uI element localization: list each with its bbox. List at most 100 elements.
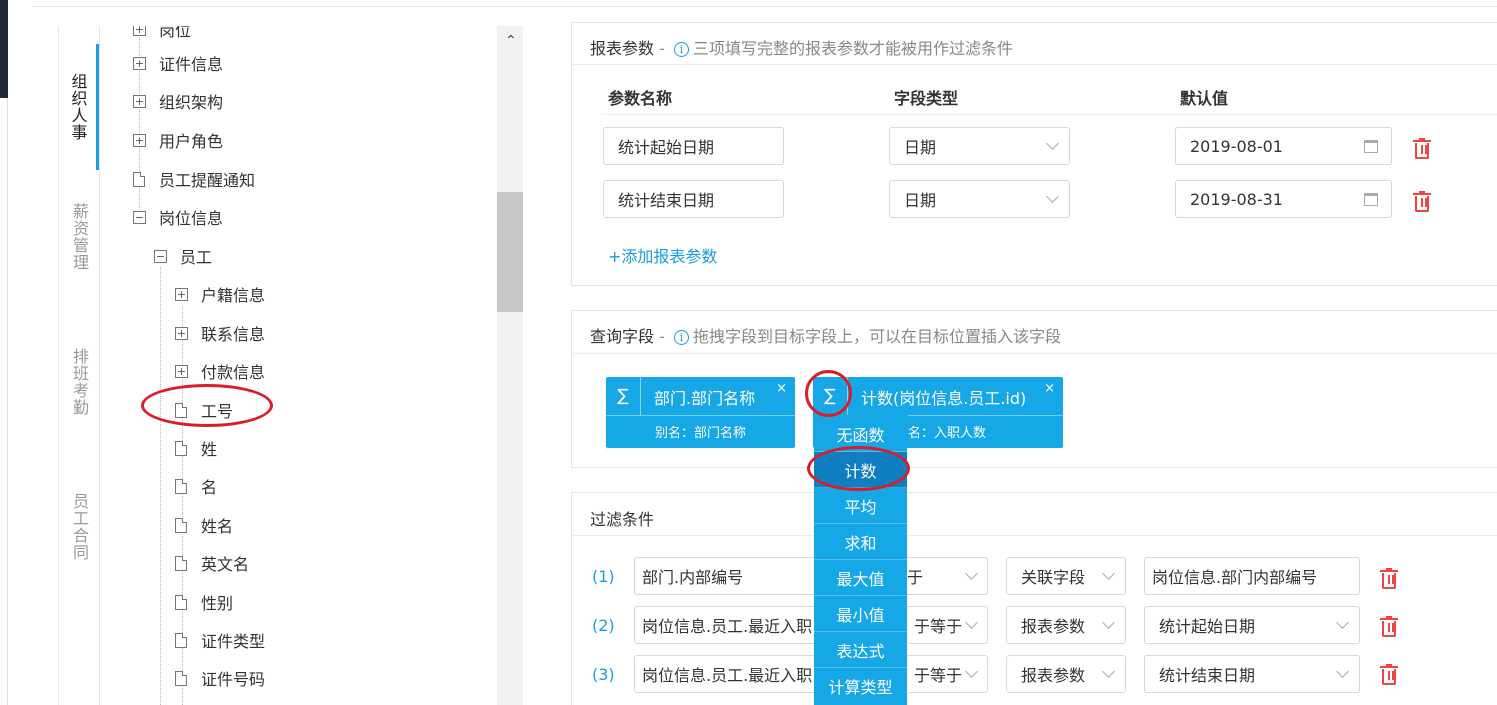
- expand-icon[interactable]: +: [175, 364, 188, 378]
- tree-node-contact[interactable]: + 联系信息: [175, 321, 265, 345]
- calendar-icon: [1364, 140, 1378, 153]
- calendar-icon: [1364, 193, 1378, 206]
- agg-option-calc-type[interactable]: 计算类型: [814, 668, 907, 704]
- col-param-name: 参数名称: [608, 89, 673, 108]
- app-frame-edge-lower: [0, 98, 8, 705]
- tree-node-household[interactable]: + 户籍信息: [175, 282, 265, 306]
- chevron-down-icon: [1336, 616, 1349, 629]
- chevron-down-icon: [965, 616, 978, 629]
- top-divider: [32, 6, 1497, 7]
- delete-trash-icon[interactable]: [1380, 568, 1398, 590]
- filter-operator-select[interactable]: 于等于: [906, 656, 988, 692]
- delete-trash-icon[interactable]: [1413, 191, 1431, 213]
- file-icon: [175, 517, 187, 533]
- tree-node-id-info[interactable]: + 证件信息: [133, 51, 223, 75]
- app-frame-edge: [0, 0, 8, 98]
- annotation-ring: [807, 446, 910, 491]
- chevron-down-icon: [1336, 665, 1349, 678]
- filter-source-select[interactable]: 报表参数: [1006, 606, 1126, 644]
- tree-node-post-info[interactable]: − 岗位信息: [133, 205, 223, 229]
- filter-value-select[interactable]: 岗位信息.部门内部编号: [1144, 557, 1360, 595]
- tree-node-reminder[interactable]: 员工提醒通知: [133, 167, 255, 191]
- expand-icon[interactable]: +: [175, 326, 188, 340]
- info-icon: i: [673, 330, 689, 345]
- filter-conditions-header: 过滤条件: [590, 510, 655, 529]
- chevron-down-icon: [1102, 567, 1115, 580]
- close-icon[interactable]: ×: [1044, 381, 1055, 396]
- delete-trash-icon[interactable]: [1380, 616, 1398, 638]
- tree-scroll-thumb[interactable]: [497, 192, 523, 312]
- tree-node-user-roles[interactable]: + 用户角色: [133, 128, 223, 152]
- chevron-down-icon: [965, 567, 978, 580]
- tree-scrollbar[interactable]: [497, 26, 523, 705]
- category-tabs: 组织人事 薪资管理 排班考勤 员工合同: [58, 26, 100, 705]
- agg-option-sum[interactable]: 求和: [814, 524, 907, 560]
- expand-icon[interactable]: +: [133, 133, 146, 147]
- annotation-ring: [805, 370, 852, 417]
- param-name-input[interactable]: 统计起始日期: [603, 127, 784, 165]
- col-field-type: 字段类型: [894, 89, 959, 108]
- tree-node-english-name[interactable]: 英文名: [175, 551, 249, 575]
- close-icon[interactable]: ×: [776, 381, 787, 396]
- file-icon: [175, 478, 187, 494]
- collapse-icon[interactable]: −: [133, 210, 146, 224]
- expand-icon[interactable]: +: [175, 287, 188, 301]
- file-icon: [175, 670, 187, 686]
- filter-row-number: (3): [592, 665, 615, 684]
- filter-operator-select[interactable]: 于等于: [906, 607, 988, 643]
- param-type-select[interactable]: 日期: [889, 180, 1070, 218]
- scroll-up-icon[interactable]: ⌃: [505, 33, 517, 49]
- file-icon: [175, 632, 187, 648]
- agg-option-max[interactable]: 最大值: [814, 560, 907, 596]
- chevron-down-icon: [1102, 616, 1115, 629]
- param-default-date[interactable]: 2019-08-31: [1175, 180, 1392, 218]
- param-type-select[interactable]: 日期: [889, 127, 1070, 165]
- filter-source-select[interactable]: 报表参数: [1006, 655, 1126, 693]
- tree-node-id-number[interactable]: 证件号码: [175, 666, 265, 690]
- tab-payroll[interactable]: 薪资管理: [59, 191, 99, 283]
- tree-node-full-name[interactable]: 姓名: [175, 513, 233, 537]
- filter-value-select[interactable]: 统计结束日期: [1144, 655, 1360, 693]
- agg-option-min[interactable]: 最小值: [814, 596, 907, 632]
- filter-source-select[interactable]: 关联字段: [1006, 557, 1126, 595]
- filter-row-number: (2): [592, 616, 615, 635]
- tree-node-gender[interactable]: 性别: [175, 590, 233, 614]
- tree-node-id-type[interactable]: 证件类型: [175, 628, 265, 652]
- tree-node-employee[interactable]: − 员工: [154, 244, 212, 268]
- chevron-down-icon: [965, 665, 978, 678]
- report-designer-window: 组织人事 薪资管理 排班考勤 员工合同 + 岗位 + 证件信息 + 组织架构 + 用户角…: [0, 0, 1497, 705]
- col-default-value: 默认值: [1180, 89, 1229, 108]
- collapse-icon[interactable]: −: [154, 249, 167, 263]
- sigma-icon[interactable]: ∑: [606, 377, 641, 415]
- file-icon: [133, 171, 145, 187]
- file-icon: [175, 440, 187, 456]
- tab-org-personnel[interactable]: 组织人事: [59, 44, 99, 170]
- file-icon: [175, 555, 187, 571]
- param-name-input[interactable]: 统计结束日期: [603, 180, 784, 218]
- filter-operator-select[interactable]: 于: [893, 558, 988, 594]
- chevron-down-icon: [1046, 137, 1059, 150]
- tree-node-last-name[interactable]: 姓: [175, 436, 217, 460]
- delete-trash-icon[interactable]: [1413, 138, 1431, 160]
- agg-option-average[interactable]: 平均: [814, 488, 907, 524]
- field-tree: + 岗位 + 证件信息 + 组织架构 + 用户角色 员工提醒通知 − 岗位信息 − 员工 +…: [101, 26, 523, 705]
- expand-icon[interactable]: +: [133, 26, 146, 36]
- agg-option-expression[interactable]: 表达式: [814, 632, 907, 668]
- tab-scheduling[interactable]: 排班考勤: [59, 336, 99, 428]
- expand-icon[interactable]: +: [133, 94, 146, 108]
- filter-value-select[interactable]: 统计起始日期: [1144, 606, 1360, 644]
- chevron-down-icon: [1046, 190, 1059, 203]
- tree-node-post[interactable]: + 岗位: [133, 26, 191, 41]
- query-fields-header: 查询字段 - i 拖拽字段到目标字段上，可以在目标位置插入该字段: [590, 327, 1061, 346]
- tree-node-first-name[interactable]: 名: [175, 474, 217, 498]
- query-field-chip[interactable]: ∑ 部门.部门名称 × 别名：部门名称: [606, 377, 795, 448]
- expand-icon[interactable]: +: [133, 56, 146, 70]
- tree-node-org[interactable]: + 组织架构: [133, 89, 223, 113]
- add-report-param-link[interactable]: +添加报表参数: [608, 243, 717, 267]
- annotation-ring: [141, 384, 273, 427]
- report-params-header: 报表参数 - i 三项填写完整的报表参数才能被用作过滤条件: [590, 39, 1013, 58]
- tree-node-payment[interactable]: + 付款信息: [175, 359, 265, 383]
- param-default-date[interactable]: 2019-08-01: [1175, 127, 1392, 165]
- delete-trash-icon[interactable]: [1380, 664, 1398, 686]
- tab-contracts[interactable]: 员工合同: [59, 481, 99, 573]
